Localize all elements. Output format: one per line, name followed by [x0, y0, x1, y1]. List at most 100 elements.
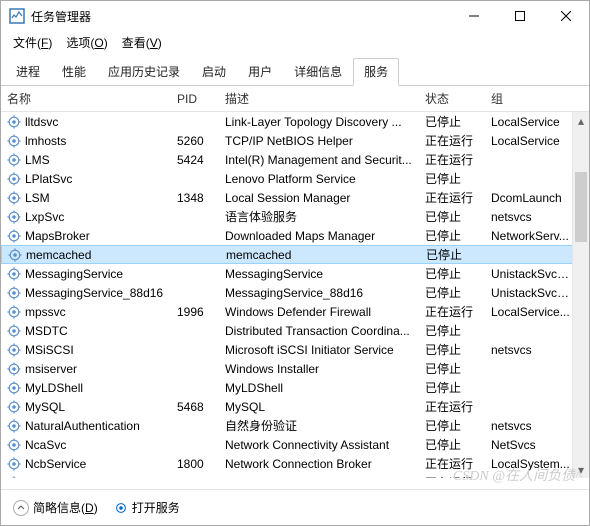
svc-desc: Windows Installer	[219, 362, 419, 376]
col-pid[interactable]: PID	[171, 92, 219, 106]
svc-status: 正在运行	[419, 398, 485, 415]
table-row[interactable]: MapsBrokerDownloaded Maps Manager已停止Netw…	[1, 226, 589, 245]
svc-status: 已停止	[420, 246, 486, 263]
table-row[interactable]: mpssvc1996Windows Defender Firewall正在运行L…	[1, 302, 589, 321]
svc-name: NcbService	[25, 457, 86, 471]
table-row[interactable]: NaturalAuthentication自然身份验证已停止netsvcs	[1, 416, 589, 435]
tab-5[interactable]: 详细信息	[283, 58, 353, 86]
tab-3[interactable]: 启动	[191, 58, 237, 86]
svc-desc: 自然身份验证	[219, 417, 419, 434]
svc-desc: Microsoft iSCSI Initiator Service	[219, 343, 419, 357]
svc-status: 正在运行	[419, 474, 485, 478]
svc-name: NcdAutoSetup	[25, 476, 102, 479]
svc-status: 正在运行	[419, 151, 485, 168]
svc-desc: 语言体验服务	[219, 208, 419, 225]
svc-status: 已停止	[419, 322, 485, 339]
svc-status: 已停止	[419, 227, 485, 244]
svc-status: 已停止	[419, 379, 485, 396]
svc-pid: 1996	[171, 305, 219, 319]
menu-view[interactable]: 查看(V)	[116, 32, 168, 53]
svc-status: 已停止	[419, 113, 485, 130]
svc-pid: 5468	[171, 400, 219, 414]
svc-desc: MessagingService	[219, 267, 419, 281]
close-button[interactable]	[543, 1, 589, 31]
svc-group: DcomLaunch	[485, 191, 579, 205]
svc-desc: MyLDShell	[219, 381, 419, 395]
table-row[interactable]: MessagingServiceMessagingService已停止Unist…	[1, 264, 589, 283]
service-icon	[7, 476, 21, 479]
svc-pid: 1800	[171, 457, 219, 471]
tab-0[interactable]: 进程	[5, 58, 51, 86]
table-row[interactable]: MySQL5468MySQL正在运行	[1, 397, 589, 416]
svc-group: LocalService...	[485, 476, 579, 479]
scroll-thumb[interactable]	[575, 172, 587, 242]
table-row[interactable]: MyLDShellMyLDShell已停止	[1, 378, 589, 397]
svc-group: NetSvcs	[485, 438, 579, 452]
table-row[interactable]: LxpSvc语言体验服务已停止netsvcs	[1, 207, 589, 226]
scrollbar[interactable]: ▴ ▾	[572, 112, 589, 478]
col-status[interactable]: 状态	[419, 90, 485, 107]
table-row[interactable]: LSM1348Local Session Manager正在运行DcomLaun…	[1, 188, 589, 207]
svc-status: 已停止	[419, 360, 485, 377]
svc-status: 已停止	[419, 170, 485, 187]
svc-name: MyLDShell	[25, 381, 83, 395]
table-row[interactable]: LMS5424Intel(R) Management and Securit..…	[1, 150, 589, 169]
svc-status: 正在运行	[419, 189, 485, 206]
minimize-button[interactable]	[451, 1, 497, 31]
col-desc[interactable]: 描述	[219, 90, 419, 107]
svc-name: LMS	[25, 153, 50, 167]
svc-name: lltdsvc	[25, 115, 58, 129]
svc-status: 正在运行	[419, 303, 485, 320]
svc-group: netsvcs	[485, 419, 579, 433]
tabbar: 进程性能应用历史记录启动用户详细信息服务	[1, 53, 589, 86]
table-header: 名称 PID 描述 状态 组	[1, 86, 589, 112]
service-icon	[7, 438, 21, 452]
svc-name: MessagingService_88d16	[25, 286, 163, 300]
table-row[interactable]: MSDTCDistributed Transaction Coordina...…	[1, 321, 589, 340]
table-row[interactable]: lmhosts5260TCP/IP NetBIOS Helper正在运行Loca…	[1, 131, 589, 150]
maximize-button[interactable]	[497, 1, 543, 31]
col-group[interactable]: 组	[485, 90, 579, 107]
service-icon	[8, 248, 22, 262]
tab-1[interactable]: 性能	[51, 58, 97, 86]
table-row[interactable]: NcdAutoSetup21404Network Connected Devic…	[1, 473, 589, 478]
window-title: 任务管理器	[31, 8, 451, 25]
svc-status: 已停止	[419, 436, 485, 453]
table-row[interactable]: MessagingService_88d16MessagingService_8…	[1, 283, 589, 302]
menu-file[interactable]: 文件(F)	[7, 32, 58, 53]
menu-options[interactable]: 选项(O)	[60, 32, 113, 53]
table-row[interactable]: lltdsvcLink-Layer Topology Discovery ...…	[1, 112, 589, 131]
footer: 简略信息(D) 打开服务	[1, 489, 589, 525]
table-row[interactable]: NcbService1800Network Connection Broker正…	[1, 454, 589, 473]
table-row[interactable]: MSiSCSIMicrosoft iSCSI Initiator Service…	[1, 340, 589, 359]
tab-2[interactable]: 应用历史记录	[97, 58, 191, 86]
svc-pid: 5260	[171, 134, 219, 148]
svc-name: LxpSvc	[25, 210, 64, 224]
svc-pid: 5424	[171, 153, 219, 167]
service-icon	[7, 457, 21, 471]
table-row[interactable]: memcachedmemcached已停止	[1, 245, 589, 264]
table-body: lltdsvcLink-Layer Topology Discovery ...…	[1, 112, 589, 478]
svc-pid: 21404	[171, 476, 219, 479]
scroll-down-icon[interactable]: ▾	[573, 461, 589, 478]
fewer-details-link[interactable]: 简略信息(D)	[13, 499, 98, 516]
service-icon	[7, 210, 21, 224]
tab-4[interactable]: 用户	[237, 58, 283, 86]
open-services-link[interactable]: 打开服务	[114, 499, 180, 516]
table-row[interactable]: msiserverWindows Installer已停止	[1, 359, 589, 378]
svc-desc: Windows Defender Firewall	[219, 305, 419, 319]
svc-status: 已停止	[419, 265, 485, 282]
service-icon	[7, 172, 21, 186]
svc-desc: TCP/IP NetBIOS Helper	[219, 134, 419, 148]
svc-desc: Network Connection Broker	[219, 457, 419, 471]
svc-status: 已停止	[419, 208, 485, 225]
service-icon	[7, 305, 21, 319]
service-icon	[7, 419, 21, 433]
col-name[interactable]: 名称	[1, 90, 171, 107]
table-row[interactable]: LPlatSvcLenovo Platform Service已停止	[1, 169, 589, 188]
tab-6[interactable]: 服务	[353, 58, 399, 86]
svc-name: MySQL	[25, 400, 65, 414]
service-icon	[7, 324, 21, 338]
scroll-up-icon[interactable]: ▴	[573, 112, 589, 129]
table-row[interactable]: NcaSvcNetwork Connectivity Assistant已停止N…	[1, 435, 589, 454]
